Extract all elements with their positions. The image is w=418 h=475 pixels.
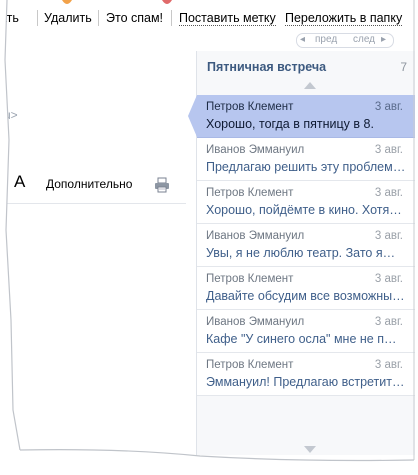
message-snippet: Предлагаю решить эту проблему… <box>206 160 406 174</box>
divider <box>0 203 186 204</box>
message-sender: Иванов Эммануил <box>206 316 305 328</box>
move-to-folder-button[interactable]: Переложить в папку <box>285 11 403 26</box>
message-date: 3 авг. <box>374 144 403 156</box>
ornament-icon <box>162 0 172 4</box>
printer-icon[interactable] <box>154 177 170 193</box>
thread-message[interactable]: Иванов Эммануил 3 авг. Кафе "У синего ос… <box>197 310 415 353</box>
message-snippet: Хорошо, пойдёмте в кино. Хотя… <box>206 203 402 217</box>
toolbar-divider <box>98 10 99 26</box>
scroll-up-icon[interactable] <box>304 82 316 89</box>
delete-button[interactable]: Удалить <box>44 11 92 25</box>
thread-count: 7 <box>400 60 407 74</box>
message-date: 3 авг. <box>374 316 403 328</box>
message-sender: Петров Клемент <box>206 359 294 371</box>
arrow-left-icon: ◂ <box>300 34 306 45</box>
message-sender: Иванов Эммануил <box>206 230 305 242</box>
more-actions-link[interactable]: Дополнительно <box>46 177 132 191</box>
reply-button[interactable]: ать <box>0 11 19 25</box>
font-decrease-button[interactable]: A <box>0 178 8 192</box>
thread-message[interactable]: Петров Клемент 3 авг. Эммануил! Предлага… <box>197 353 415 396</box>
thread-panel: Пятничная встреча 7 Петров Клемент 3 авг… <box>188 51 415 455</box>
thread-message[interactable]: Петров Клемент 3 авг. Хорошо, пойдёмте в… <box>197 181 415 224</box>
toolbar: ать Удалить Это спам! Поставить метку Пе… <box>0 0 418 34</box>
message-snippet: Давайте обсудим все возможные… <box>206 289 406 303</box>
message-date: 3 авг. <box>374 273 403 285</box>
thread-message[interactable]: Иванов Эммануил 3 авг. Предлагаю решить … <box>197 138 415 181</box>
toolbar-divider <box>37 10 38 26</box>
font-increase-button[interactable]: A <box>14 172 25 192</box>
thread-title: Пятничная встреча <box>207 60 327 74</box>
scroll-down-icon[interactable] <box>304 446 316 453</box>
thread-message[interactable]: Петров Клемент 3 авг. Хорошо, тогда в пя… <box>188 95 415 138</box>
selection-pointer <box>188 95 197 137</box>
thread-message[interactable]: Иванов Эммануил 3 авг. Увы, я не люблю т… <box>197 224 415 267</box>
message-view: ru> A A Дополнительно <box>0 46 188 446</box>
next-button[interactable]: след <box>353 34 375 45</box>
message-sender: Петров Клемент <box>206 273 294 285</box>
message-snippet: Кафе "У синего осла" мне не п… <box>206 332 397 346</box>
message-date: 3 авг. <box>374 359 403 371</box>
message-snippet: Хорошо, тогда в пятницу в 8. <box>206 117 374 131</box>
mark-button[interactable]: Поставить метку <box>179 11 276 26</box>
message-sender: Петров Клемент <box>206 101 294 113</box>
arrow-right-icon: ▸ <box>381 34 387 45</box>
spam-button[interactable]: Это спам! <box>106 11 163 25</box>
message-date: 3 авг. <box>374 101 403 113</box>
message-date: 3 авг. <box>374 187 403 199</box>
sender-address: ru> <box>0 108 18 122</box>
message-snippet: Эммануил! Предлагаю встретиться… <box>206 375 406 389</box>
message-sender: Петров Клемент <box>206 187 294 199</box>
toolbar-divider <box>171 10 172 26</box>
thread-message[interactable]: Петров Клемент 3 авг. Давайте обсудим вс… <box>197 267 415 310</box>
message-date: 3 авг. <box>374 230 403 242</box>
prev-button[interactable]: пред <box>315 34 337 45</box>
message-sender: Иванов Эммануил <box>206 144 305 156</box>
ornament-icon <box>62 0 72 4</box>
thread-pager: ◂ пред след ▸ <box>296 33 394 48</box>
message-snippet: Увы, я не люблю театр. Зато я… <box>206 246 396 260</box>
